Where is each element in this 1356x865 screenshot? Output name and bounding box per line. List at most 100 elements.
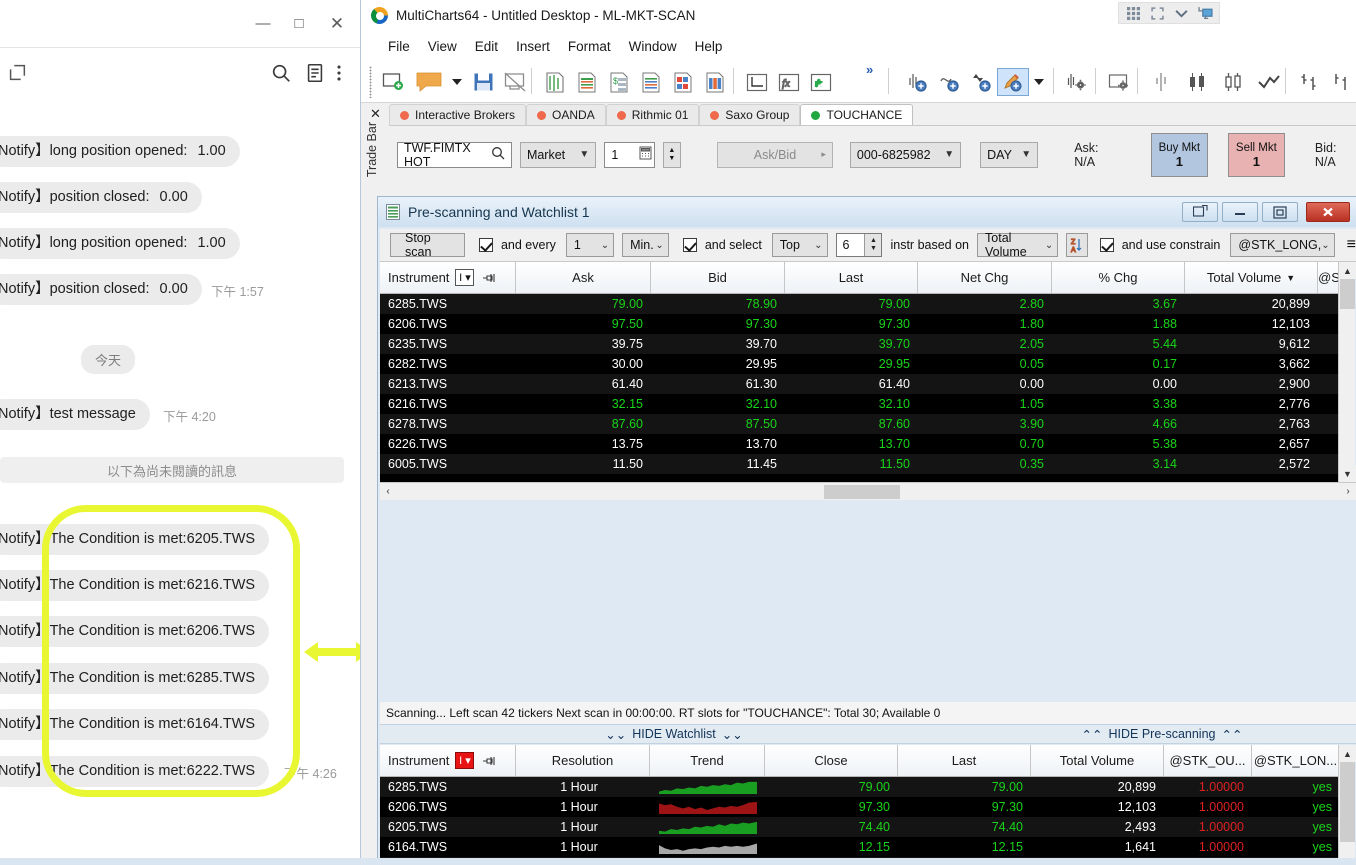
instrument-filter-icon[interactable]: I ▾ (455, 269, 475, 286)
prescan-grid-rows[interactable]: 6285.TWS 79.00 78.90 79.00 2.80 3.67 20,… (380, 294, 1341, 482)
stepper-arrows-icon[interactable]: ▲ ▼ (864, 234, 882, 256)
expand-icon[interactable] (1146, 4, 1168, 22)
minimize-icon[interactable] (1222, 202, 1258, 222)
interval-value-select[interactable]: 1 ⌄ (565, 233, 615, 257)
prescan-vertical-scrollbar[interactable]: ▲ ▼ (1338, 262, 1356, 482)
menu-edit[interactable]: Edit (466, 36, 507, 57)
trade-bar-close-button[interactable]: ✕ (370, 106, 381, 122)
broker-tab-saxo-group[interactable]: Saxo Group (699, 104, 801, 125)
account-select[interactable]: 000-6825982 ▼ (849, 141, 962, 168)
line-chart-icon[interactable] (1255, 68, 1283, 96)
column-header-instrument[interactable]: Instrument I ▾ (380, 745, 516, 776)
column-header-instrument[interactable]: Instrument I ▾ (380, 262, 516, 293)
chart-settings-icon[interactable] (1105, 68, 1133, 96)
toolbar-overflow-button[interactable]: » (866, 62, 873, 77)
chart-note-icon[interactable] (411, 68, 449, 96)
scroll-right-icon[interactable]: › (1340, 484, 1356, 500)
restore-float-icon[interactable] (1182, 202, 1218, 222)
dropdown-arrow-icon[interactable] (449, 68, 465, 96)
note-icon[interactable] (304, 62, 328, 86)
more-vertical-icon[interactable] (328, 62, 352, 86)
hide-prescanning-button[interactable]: ⌃⌃ HIDE Pre-scanning ⌃⌃ (968, 724, 1356, 744)
top-mode-select[interactable]: Top ⌄ (771, 233, 828, 257)
hide-watchlist-button[interactable]: ⌄⌄ HIDE Watchlist ⌄⌄ (380, 724, 968, 744)
sort-za-icon[interactable]: Z A (1066, 233, 1088, 257)
menu-view[interactable]: View (419, 36, 466, 57)
table-row[interactable]: 6005.TWS 11.50 11.45 11.50 0.35 3.14 2,5… (380, 454, 1341, 474)
column-header-resolution[interactable]: Resolution (516, 745, 650, 776)
add-line-icon[interactable] (936, 68, 964, 96)
menu-insert[interactable]: Insert (507, 36, 559, 57)
plugin-icon[interactable] (807, 68, 835, 96)
and-every-checkbox[interactable] (478, 238, 493, 252)
add-signal-icon[interactable] (968, 68, 996, 96)
bar-style-icon[interactable] (1147, 68, 1175, 96)
external-link-icon[interactable] (6, 62, 30, 86)
chevron-down-icon[interactable] (1170, 4, 1192, 22)
broker-tab-interactive-brokers[interactable]: Interactive Brokers (389, 104, 527, 125)
menu-window[interactable]: Window (620, 36, 686, 57)
order-log-icon[interactable] (637, 68, 665, 96)
menu-help[interactable]: Help (686, 36, 732, 57)
broker-tab-oanda[interactable]: OANDA (526, 104, 606, 125)
table-row[interactable]: 6206.TWS 1 Hour 97.30 97.30 12,103 1.000… (380, 797, 1341, 817)
portfolio-icon[interactable] (669, 68, 697, 96)
scroll-down-icon[interactable]: ▼ (1339, 465, 1356, 482)
quantity-input[interactable]: 1 (604, 141, 655, 168)
ohlc-bar-icon[interactable] (1295, 68, 1323, 96)
table-row[interactable]: 6235.TWS 39.75 39.70 39.70 2.05 5.44 9,6… (380, 334, 1341, 354)
table-row[interactable]: 6285.TWS 1 Hour 79.00 79.00 20,899 1.000… (380, 777, 1341, 797)
hollow-candle-icon[interactable] (1219, 68, 1247, 96)
table-row[interactable]: 6164.TWS 1 Hour 12.15 12.15 1,641 1.0000… (380, 837, 1341, 857)
column-header-last[interactable]: Last (785, 262, 918, 293)
axis-icon[interactable] (743, 68, 771, 96)
pin-icon[interactable] (482, 755, 496, 767)
instrument-filter-icon[interactable]: I ▾ (455, 752, 475, 769)
column-header-ask[interactable]: Ask (516, 262, 651, 293)
dropdown-arrow-icon[interactable] (1031, 68, 1047, 96)
column-header-trend[interactable]: Trend (650, 745, 765, 776)
scroll-thumb[interactable] (1340, 762, 1355, 842)
scroll-left-icon[interactable]: ‹ (380, 484, 396, 500)
table-row[interactable]: 6226.TWS 13.75 13.70 13.70 0.70 5.38 2,6… (380, 434, 1341, 454)
table-row[interactable]: 6206.TWS 97.50 97.30 97.30 1.80 1.88 12,… (380, 314, 1341, 334)
scroll-thumb[interactable] (824, 484, 900, 499)
instrument-count-stepper[interactable]: 6 ▲ ▼ (835, 233, 883, 257)
indicator-icon[interactable] (541, 68, 569, 96)
and-select-checkbox[interactable] (682, 238, 697, 252)
use-constrain-checkbox[interactable] (1099, 238, 1114, 252)
table-row[interactable]: 6213.TWS 61.40 61.30 61.40 0.00 0.00 2,9… (380, 374, 1341, 394)
column-header-bid[interactable]: Bid (651, 262, 785, 293)
table-row[interactable]: 6278.TWS 87.60 87.50 87.60 3.90 4.66 2,7… (380, 414, 1341, 434)
market-depth-icon[interactable]: $ (605, 68, 633, 96)
buy-market-button[interactable]: Buy Mkt 1 (1150, 132, 1208, 177)
chat-minimize-button[interactable]: — (250, 12, 276, 36)
column-header-net-chg[interactable]: Net Chg (918, 262, 1052, 293)
hlc-bar-icon[interactable] (1327, 68, 1355, 96)
study-settings-icon[interactable] (1063, 68, 1091, 96)
column-header-last[interactable]: Last (898, 745, 1031, 776)
scroll-up-icon[interactable]: ▲ (1339, 262, 1356, 279)
pin-icon[interactable] (482, 272, 496, 284)
stepper-up-icon[interactable]: ▲ (668, 147, 675, 155)
interval-unit-select[interactable]: Min. ⌄ (622, 233, 669, 257)
column-header-close[interactable]: Close (765, 745, 898, 776)
broker-tab-touchance[interactable]: TOUCHANCE (800, 104, 914, 125)
constrain-select[interactable]: @STK_LONG, ⌄ (1230, 233, 1335, 257)
toolbar-grip[interactable] (369, 66, 372, 98)
chat-message-list[interactable]: Notify】long position opened: 1.00 Notify】… (0, 100, 360, 865)
broker-tab-rithmic[interactable]: Rithmic 01 (605, 104, 700, 125)
menu-format[interactable]: Format (559, 36, 620, 57)
add-drawing-icon[interactable] (997, 68, 1029, 96)
scanner-icon[interactable] (701, 68, 729, 96)
tif-select[interactable]: DAY ▼ (980, 141, 1039, 168)
monitor-icon[interactable] (1194, 4, 1216, 22)
grid-icon[interactable] (1122, 4, 1144, 22)
column-header-pct-chg[interactable]: % Chg (1052, 262, 1185, 293)
order-type-select[interactable]: Market ▼ (519, 141, 597, 168)
candlestick-icon[interactable] (1183, 68, 1211, 96)
menu-file[interactable]: File (379, 36, 419, 57)
search-icon[interactable] (270, 62, 294, 86)
column-header-stk-out[interactable]: @STK_OU... (1164, 745, 1252, 776)
search-icon[interactable] (491, 146, 505, 163)
